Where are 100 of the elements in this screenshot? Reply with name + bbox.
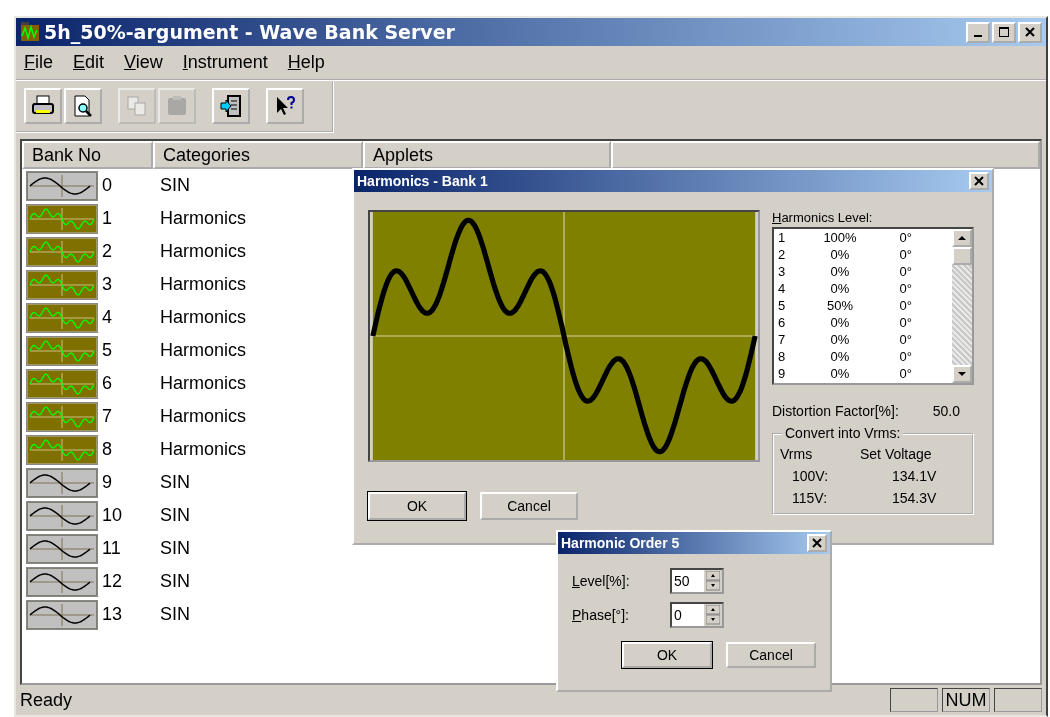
harmonic-wave-icon (26, 236, 98, 267)
dialog-button[interactable]: OK (622, 642, 712, 668)
column-header[interactable]: Categories (153, 141, 363, 169)
status-panel: NUM (942, 688, 990, 712)
sine-wave-icon (26, 566, 98, 597)
harmonic-wave-icon (26, 302, 98, 333)
spin-buttons[interactable] (704, 570, 722, 592)
category-cell: Harmonics (160, 406, 247, 427)
category-cell: SIN (160, 604, 190, 625)
voltage-value: 134.1V (891, 467, 938, 486)
category-cell: Harmonics (160, 340, 247, 361)
menu-item[interactable]: View (124, 52, 163, 73)
spin-arrows-icon (706, 571, 720, 591)
spin-field[interactable]: 0 (670, 602, 724, 628)
close-button[interactable] (807, 534, 827, 552)
scroll-up-button[interactable] (952, 229, 972, 247)
category-cell: Harmonics (160, 274, 247, 295)
bank-number: 12 (101, 571, 124, 592)
harmonic-wave-icon (26, 269, 98, 300)
dialog-button[interactable]: Cancel (726, 642, 816, 668)
menu-item[interactable]: File (24, 52, 53, 73)
harmonic-row[interactable]: 4 0% 0° (778, 280, 952, 297)
category-cell: Harmonics (160, 208, 247, 229)
bank-number: 10 (101, 505, 124, 526)
maximize-button[interactable] (992, 21, 1016, 43)
category-cell: SIN (160, 538, 190, 559)
category-cell: SIN (160, 505, 190, 526)
spin-buttons[interactable] (704, 604, 722, 626)
harmonic-row[interactable]: 7 0% 0° (778, 331, 952, 348)
spin-field[interactable]: 50 (670, 568, 724, 594)
category-cell: SIN (160, 175, 190, 196)
bank-number: 13 (101, 604, 124, 625)
harmonic-row[interactable]: 9 0% 0° (778, 365, 952, 382)
harmonic-row[interactable]: 2 0% 0° (778, 246, 952, 263)
status-text: Ready (20, 689, 74, 711)
toolbar-button[interactable] (24, 88, 62, 124)
vrms-value: 100V: (791, 467, 830, 486)
harmonic-wave-icon (26, 203, 98, 234)
sine-wave-icon (26, 170, 98, 201)
close-button[interactable] (1018, 21, 1042, 43)
menu-item[interactable]: Edit (73, 52, 105, 73)
vrms-value: 115V: (791, 489, 829, 508)
sine-wave-icon (26, 467, 98, 498)
bank-number: 9 (101, 472, 113, 493)
scroll-thumb[interactable] (952, 247, 972, 265)
bank-number: 7 (101, 406, 113, 427)
close-icon (811, 537, 823, 549)
field-label: Phase[°]: (572, 607, 630, 623)
bank-number: 0 (101, 175, 113, 196)
scrollbar[interactable] (952, 229, 972, 383)
toolbar-button[interactable] (212, 88, 250, 124)
harmonic-row[interactable]: 1 100% 0° (778, 229, 952, 246)
minimize-button[interactable] (966, 21, 990, 43)
harmonic-row[interactable]: 6 0% 0° (778, 314, 952, 331)
harmonic-wave-icon (26, 401, 98, 432)
column-header[interactable]: Bank No (22, 141, 153, 169)
menu-item[interactable]: Help (287, 52, 325, 73)
dialog-button[interactable]: OK (368, 492, 466, 520)
column-label: Set Voltage (860, 445, 933, 464)
distortion-value: 50.0 (932, 403, 960, 419)
status-panel (994, 688, 1042, 712)
bank-number: 4 (101, 307, 113, 328)
column-header[interactable]: Applets (363, 141, 611, 169)
category-cell: Harmonics (160, 439, 247, 460)
sine-wave-icon (26, 533, 98, 564)
import-icon (219, 94, 243, 118)
bank-number: 2 (101, 241, 113, 262)
harmonic-wave-icon (26, 335, 98, 366)
bank-number: 6 (101, 373, 113, 394)
up-arrow-icon (957, 235, 967, 241)
group-label: Convert into Vrms: (782, 425, 904, 441)
dialog-title: Harmonics - Bank 1 (357, 173, 488, 189)
voltage-value: 154.3V (891, 489, 938, 508)
bank-number: 8 (101, 439, 113, 460)
toolbar-button[interactable] (64, 88, 102, 124)
scroll-down-button[interactable] (952, 365, 972, 383)
distortion-label: Distortion Factor[%]: (772, 403, 899, 419)
maximize-icon (998, 26, 1010, 38)
copy-icon (125, 94, 149, 118)
field-label: Level[%]: (572, 573, 631, 589)
category-cell: Harmonics (160, 241, 247, 262)
category-cell: SIN (160, 571, 190, 592)
bank-number: 5 (101, 340, 113, 361)
down-arrow-icon (957, 371, 967, 377)
close-button[interactable] (969, 172, 989, 190)
window-title: 5h_50%-argument - Wave Bank Server (44, 21, 455, 43)
harmonic-row[interactable]: 3 0% 0° (778, 263, 952, 280)
dialog-button[interactable]: Cancel (480, 492, 578, 520)
bank-number: 11 (101, 538, 122, 559)
spin-arrows-icon (706, 605, 720, 625)
bank-number: 3 (101, 274, 113, 295)
status-panel (890, 688, 938, 712)
menu-item[interactable]: Instrument (182, 52, 268, 73)
dialog-title: Harmonic Order 5 (561, 535, 680, 551)
harmonic-row[interactable]: 8 0% 0° (778, 348, 952, 365)
harmonic-row[interactable]: 5 50% 0° (778, 297, 952, 314)
category-cell: SIN (160, 472, 190, 493)
toolbar-button[interactable] (266, 88, 304, 124)
app-icon (20, 22, 40, 42)
close-icon (973, 175, 985, 187)
